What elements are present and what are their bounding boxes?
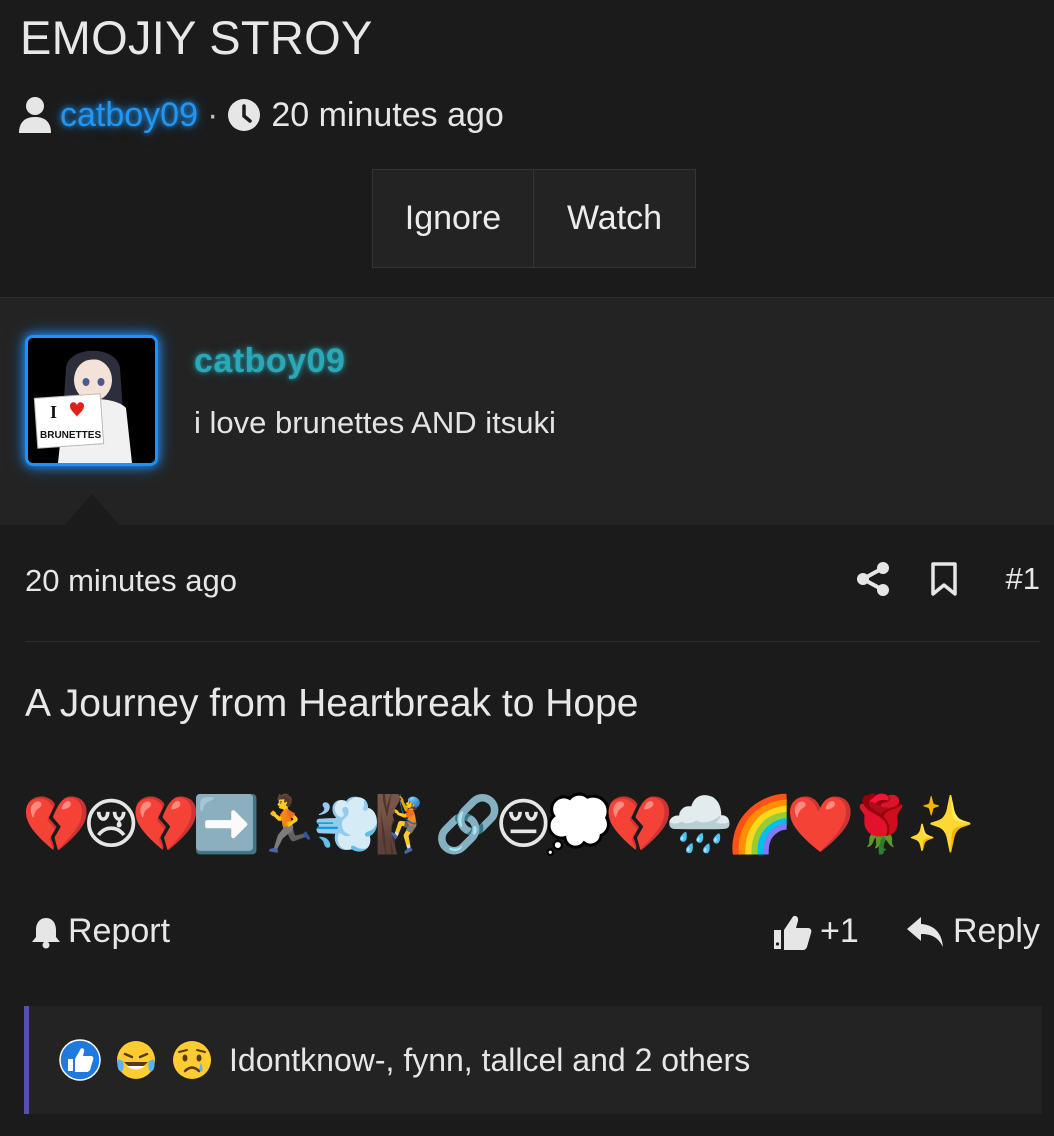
thread-page: EMOJIY STROY catboy09 · 20 minutes ago I… xyxy=(0,0,1054,1136)
bookmark-icon[interactable] xyxy=(930,562,958,596)
reply-label: Reply xyxy=(953,912,1040,950)
reactions-users: Idontknow-, fynn, tallcel and 2 others xyxy=(229,1041,751,1078)
reply-button[interactable]: Reply xyxy=(905,912,1040,951)
post-author-block: I BRUNETTES catboy09 i love brunettes AN… xyxy=(0,297,1054,526)
thread-header: EMOJIY STROY catboy09 · 20 minutes ago I… xyxy=(0,0,1054,297)
post-divider xyxy=(25,641,1040,642)
author-username[interactable]: catboy09 xyxy=(194,342,345,381)
user-icon xyxy=(19,97,51,133)
clock-icon xyxy=(228,99,261,131)
thread-author-link[interactable]: catboy09 xyxy=(60,96,198,135)
thread-title: EMOJIY STROY xyxy=(20,11,373,64)
share-icon[interactable] xyxy=(856,561,890,597)
thread-time: 20 minutes ago xyxy=(271,95,504,134)
like-button[interactable]: +1 xyxy=(772,912,859,951)
message-pointer xyxy=(64,494,120,526)
like-count: +1 xyxy=(820,912,859,950)
laughing-crying-reaction-icon xyxy=(117,1041,155,1079)
author-signature: i love brunettes AND itsuki xyxy=(194,405,556,440)
post-tools: #1 xyxy=(856,561,1040,597)
sad-reaction-icon xyxy=(173,1041,211,1079)
avatar[interactable]: I BRUNETTES xyxy=(25,335,158,466)
post-heading: A Journey from Heartbreak to Hope xyxy=(25,682,639,725)
thread-meta: catboy09 · 20 minutes ago xyxy=(18,93,504,137)
post-timestamp[interactable]: 20 minutes ago xyxy=(25,563,237,599)
post-emoji-story: 💔😢💔➡️🏃💨🧗🔗😔💭💔🌧️🌈❤️🌹✨ xyxy=(22,792,975,856)
reactions-summary[interactable]: Idontknow-, fynn, tallcel and 2 others xyxy=(24,1006,1042,1114)
avatar-sign-brunettes: BRUNETTES xyxy=(40,430,101,441)
meta-separator: · xyxy=(207,95,219,134)
report-button[interactable]: Report xyxy=(30,912,170,951)
bell-icon xyxy=(32,917,60,948)
post-number-link[interactable]: #1 xyxy=(1006,561,1040,597)
post-footer: Report +1 Reply xyxy=(0,910,1054,960)
avatar-image: I BRUNETTES xyxy=(28,338,155,463)
post: 20 minutes ago #1 A Journey from Heartbr… xyxy=(0,525,1054,1136)
thread-action-buttons: Ignore Watch xyxy=(372,169,696,268)
ignore-button[interactable]: Ignore xyxy=(372,169,534,268)
report-label: Report xyxy=(68,912,171,950)
reply-arrow-icon xyxy=(907,916,943,947)
like-reaction-icon xyxy=(59,1039,101,1081)
thumbs-up-icon xyxy=(774,915,812,950)
watch-button[interactable]: Watch xyxy=(534,169,696,268)
avatar-sign-i: I xyxy=(50,402,57,422)
